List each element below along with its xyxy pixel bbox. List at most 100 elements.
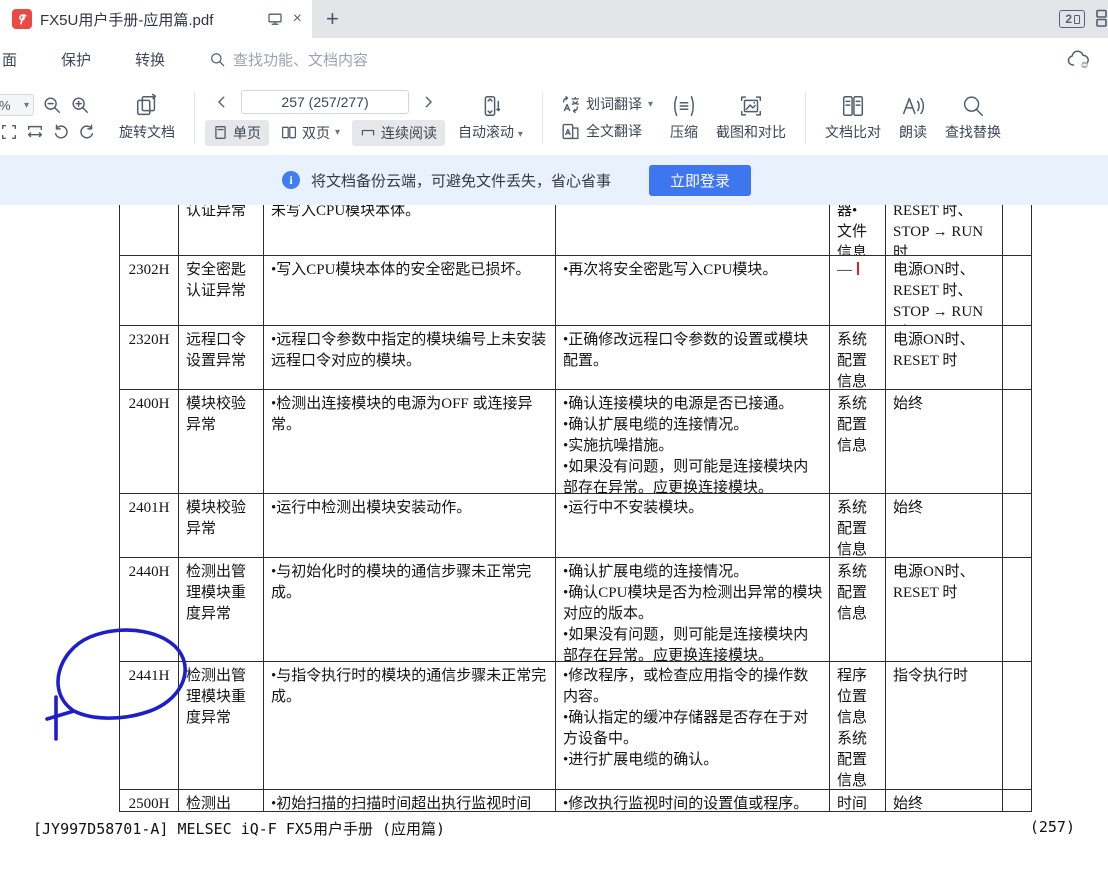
table-cell-desc: •初始扫描的扫描时间超出执行监视时间 [264, 790, 556, 811]
doc-compare-button[interactable]: 文档比对 [816, 93, 890, 142]
table-cell-name: 认证异常 [179, 205, 264, 255]
table-cell-desc: •运行中检测出模块安装动作。 [264, 494, 556, 557]
table-cell-code [119, 205, 179, 255]
auto-scroll-button[interactable]: 自动滚动 ▾ [449, 93, 532, 142]
toolbar: %▾ 旋转文档 257 (257/277) 单页 [0, 80, 1108, 155]
rotate-document-button[interactable]: 旋转文档 [110, 93, 184, 142]
chevron-left-icon [215, 95, 229, 109]
fit-width-icon[interactable] [26, 123, 44, 141]
footer-manual-title: [JY997D58701-A] MELSEC iQ-F FX5用户手册 (应用篇… [33, 818, 445, 839]
cloud-sync-off-icon[interactable] [1066, 48, 1092, 70]
zoom-in-icon[interactable] [70, 95, 90, 115]
table-cell-info: 器• 文件 信息 [830, 205, 886, 255]
new-tab-button[interactable]: + [312, 0, 353, 38]
cloud-backup-banner: i 将文档备份云端，可避免文件丢失，省心省事 立即登录 [0, 155, 1108, 205]
menu-bar: 面 保护 转换 查找功能、文档内容 [0, 38, 1108, 80]
table-cell-fix [556, 205, 830, 255]
rotate-left-icon[interactable] [52, 123, 70, 141]
table-cell-timing: 始终 [886, 494, 1003, 557]
table-row: 2440H 检测出管 理模块重 度异常 •与初始化时的模块的通信步骤未正常完成。… [119, 558, 1032, 662]
table-cell-code: 2440H [119, 558, 179, 661]
table-cell-timing: 电源ON时、 RESET 时 [886, 326, 1003, 389]
table-cell-timing: 始终 [886, 790, 1003, 811]
table-row: 认证异常 未写入CPU模块本体。 器• 文件 信息 RESET 时、 STOP … [119, 205, 1032, 256]
table-cell-extra [1003, 494, 1032, 557]
single-page-icon [213, 125, 228, 140]
zoom-level-select[interactable]: %▾ [0, 94, 34, 116]
full-translate-button[interactable]: 全文翻译 [561, 121, 653, 141]
auto-scroll-icon [478, 93, 502, 119]
table-cell-name: 检测出 [179, 790, 264, 811]
table-cell-info: 时间 [830, 790, 886, 811]
zoom-out-icon[interactable] [42, 95, 62, 115]
compress-button[interactable]: 压缩 [661, 93, 707, 142]
mini-window-icon [1074, 15, 1080, 24]
banner-message: 将文档备份云端，可避免文件丢失，省心省事 [311, 170, 611, 191]
rotate-document-icon [134, 93, 160, 119]
table-cell-timing: 电源ON时、 RESET 时 [886, 558, 1003, 661]
single-page-button[interactable]: 单页 [205, 120, 269, 146]
table-cell-extra [1003, 326, 1032, 389]
table-cell-code: 2441H [119, 662, 179, 789]
pdf-app-icon [12, 9, 32, 29]
clipped-panel-icon [1095, 8, 1108, 30]
text-cursor-mark [857, 262, 859, 275]
double-page-icon [281, 125, 297, 140]
double-page-button[interactable]: 双页 ▾ [273, 120, 348, 146]
table-cell-code: 2400H [119, 390, 179, 493]
next-page-button[interactable] [417, 95, 439, 109]
chevron-right-icon [421, 95, 435, 109]
search-placeholder: 查找功能、文档内容 [233, 49, 368, 70]
login-now-button[interactable]: 立即登录 [649, 165, 751, 196]
table-cell-desc: •远程口令参数中指定的模块编号上未安装远程口令对应的模块。 [264, 326, 556, 389]
search-functions-box[interactable]: 查找功能、文档内容 [209, 49, 368, 70]
menu-item-page[interactable]: 面 [2, 49, 17, 70]
find-replace-button[interactable]: 查找替换 [936, 93, 1010, 142]
table-row: 2320H 远程口令 设置异常 •远程口令参数中指定的模块编号上未安装远程口令对… [119, 326, 1032, 390]
table-cell-desc: 未写入CPU模块本体。 [264, 205, 556, 255]
table-cell-timing: 指令执行时 [886, 662, 1003, 789]
table-cell-name: 模块校验 异常 [179, 494, 264, 557]
pdf-page-view[interactable]: 认证异常 未写入CPU模块本体。 器• 文件 信息 RESET 时、 STOP … [0, 205, 1108, 883]
info-icon: i [282, 171, 300, 189]
table-cell-code: 2401H [119, 494, 179, 557]
continuous-reading-icon [360, 125, 376, 140]
table-cell-name: 检测出管 理模块重 度异常 [179, 662, 264, 789]
table-cell-name: 检测出管 理模块重 度异常 [179, 558, 264, 661]
table-cell-desc: •检测出连接模块的电源为OFF 或连接异常。 [264, 390, 556, 493]
tab-bar: FX5U用户手册-应用篇.pdf × + 2 [0, 0, 1108, 38]
full-translate-icon [561, 122, 580, 141]
table-cell-info: 系统 配置 信息 [830, 390, 886, 493]
table-cell-fix: •修改程序，或检查应用指令的操作数内容。 •确认指定的缓冲存储器是否存在于对方设… [556, 662, 830, 789]
table-cell-fix: •运行中不安装模块。 [556, 494, 830, 557]
screenshot-compare-button[interactable]: 截图和对比 [707, 93, 795, 142]
document-tab[interactable]: FX5U用户手册-应用篇.pdf × [0, 0, 312, 38]
error-code-table: 认证异常 未写入CPU模块本体。 器• 文件 信息 RESET 时、 STOP … [119, 205, 1032, 812]
table-cell-extra [1003, 256, 1032, 325]
chevron-down-icon: ▾ [648, 99, 653, 110]
menu-item-protect[interactable]: 保护 [61, 49, 91, 70]
page-footer: [JY997D58701-A] MELSEC iQ-F FX5用户手册 (应用篇… [33, 818, 1075, 839]
window-count-badge[interactable]: 2 [1059, 10, 1085, 28]
read-aloud-button[interactable]: 朗读 [890, 93, 936, 142]
read-aloud-icon [900, 93, 926, 119]
menu-item-convert[interactable]: 转换 [135, 49, 165, 70]
tab-title: FX5U用户手册-应用篇.pdf [40, 9, 257, 30]
word-translate-button[interactable]: 划词翻译 ▾ [561, 94, 653, 114]
table-cell-desc: •与初始化时的模块的通信步骤未正常完成。 [264, 558, 556, 661]
prev-page-button[interactable] [211, 95, 233, 109]
presentation-icon[interactable] [267, 11, 283, 27]
continuous-reading-button[interactable]: 连续阅读 [352, 120, 445, 146]
rotate-right-icon[interactable] [78, 123, 96, 141]
table-row: 2401H 模块校验 异常 •运行中检测出模块安装动作。 •运行中不安装模块。 … [119, 494, 1032, 558]
table-cell-extra [1003, 558, 1032, 661]
table-cell-name: 模块校验 异常 [179, 390, 264, 493]
table-row: 2302H 安全密匙 认证异常 •写入CPU模块本体的安全密匙已损坏。 •再次将… [119, 256, 1032, 326]
table-cell-fix: •再次将安全密匙写入CPU模块。 [556, 256, 830, 325]
close-tab-icon[interactable]: × [293, 10, 302, 28]
screenshot-compare-icon [738, 93, 764, 119]
fit-page-icon[interactable] [0, 123, 18, 141]
doc-compare-icon [840, 93, 866, 119]
table-cell-code: 2302H [119, 256, 179, 325]
page-number-input[interactable]: 257 (257/277) [241, 90, 409, 114]
